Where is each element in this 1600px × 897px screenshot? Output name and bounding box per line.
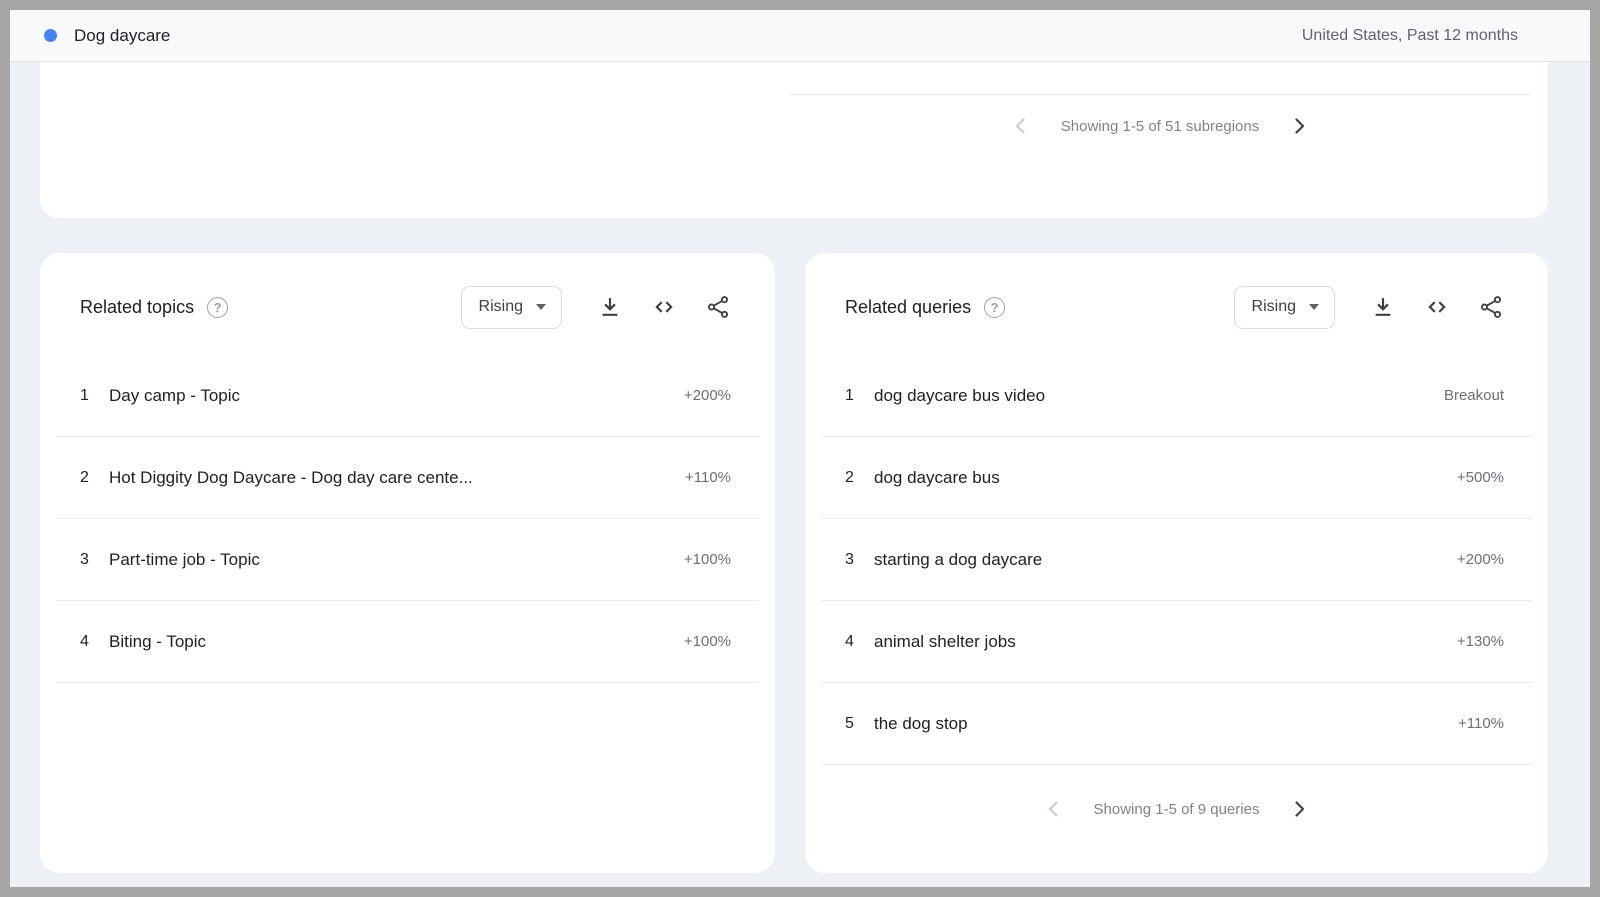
topic-link[interactable]: Part-time job - Topic [109,550,684,570]
query-link[interactable]: dog daycare bus [874,468,1457,488]
topic-row[interactable]: 1 Day camp - Topic +200% [56,355,759,437]
query-link[interactable]: animal shelter jobs [874,632,1457,652]
queries-sort-value: Rising [1252,298,1296,316]
query-link[interactable]: starting a dog daycare [874,550,1457,570]
row-rank: 3 [80,551,109,569]
row-change-value: +110% [685,469,731,486]
row-rank: 1 [845,387,874,405]
query-row[interactable]: 1 dog daycare bus video Breakout [821,355,1532,437]
download-icon[interactable] [1370,294,1396,320]
queries-sort-dropdown[interactable]: Rising [1234,286,1335,329]
queries-pagination: Showing 1-5 of 9 queries [805,765,1548,823]
share-icon[interactable] [705,294,731,320]
row-change-value: +130% [1457,633,1504,650]
search-term-bar: Dog daycare United States, Past 12 month… [10,10,1590,62]
row-change-value: +110% [1458,715,1504,732]
queries-pagination-label: Showing 1-5 of 9 queries [1094,801,1260,818]
query-row[interactable]: 4 animal shelter jobs +130% [821,601,1532,683]
search-term: Dog daycare [74,26,170,46]
embed-code-icon[interactable] [1423,294,1451,320]
related-topics-title: Related topics [80,297,194,318]
related-topics-card: Related topics ? Rising [40,253,775,873]
topic-link[interactable]: Hot Diggity Dog Daycare - Dog day care c… [109,468,685,488]
chevron-down-icon [536,304,546,310]
related-topics-list: 1 Day camp - Topic +200% 2 Hot Diggity D… [56,355,759,683]
topic-row[interactable]: 2 Hot Diggity Dog Daycare - Dog day care… [56,437,759,519]
related-queries-title: Related queries [845,297,971,318]
row-rank: 4 [80,633,109,651]
query-link[interactable]: dog daycare bus video [874,386,1444,406]
related-queries-list: 1 dog daycare bus video Breakout 2 dog d… [821,355,1532,765]
query-row[interactable]: 2 dog daycare bus +500% [821,437,1532,519]
subregions-pagination: Showing 1-5 of 51 subregions [790,95,1530,140]
topic-link[interactable]: Biting - Topic [109,632,684,652]
next-page-icon[interactable] [1285,112,1313,140]
row-rank: 3 [845,551,874,569]
query-row[interactable]: 3 starting a dog daycare +200% [821,519,1532,601]
row-change-value: +100% [684,633,731,650]
row-change-value: +200% [684,387,731,404]
help-icon[interactable]: ? [984,297,1005,318]
topics-sort-dropdown[interactable]: Rising [461,286,562,329]
topic-row[interactable]: 3 Part-time job - Topic +100% [56,519,759,601]
row-change-value: +500% [1457,469,1504,486]
topic-link[interactable]: Day camp - Topic [109,386,684,406]
next-page-icon[interactable] [1285,795,1313,823]
query-link[interactable]: the dog stop [874,714,1458,734]
chevron-down-icon [1309,304,1319,310]
trends-page: Dog daycare United States, Past 12 month… [0,0,1600,897]
row-rank: 2 [845,469,874,487]
prev-page-icon[interactable] [1040,795,1068,823]
row-change-value: Breakout [1444,387,1504,404]
region-timerange-label: United States, Past 12 months [1302,27,1518,45]
download-icon[interactable] [597,294,623,320]
topic-row[interactable]: 4 Biting - Topic +100% [56,601,759,683]
related-queries-card: Related queries ? Rising [805,253,1548,873]
prev-page-icon[interactable] [1007,112,1035,140]
help-icon[interactable]: ? [207,297,228,318]
row-change-value: +200% [1457,551,1504,568]
row-change-value: +100% [684,551,731,568]
row-rank: 1 [80,387,109,405]
share-icon[interactable] [1478,294,1504,320]
row-rank: 5 [845,715,874,733]
subregions-pagination-label: Showing 1-5 of 51 subregions [1061,118,1259,135]
topics-sort-value: Rising [479,298,523,316]
row-rank: 4 [845,633,874,651]
query-row[interactable]: 5 the dog stop +110% [821,683,1532,765]
row-rank: 2 [80,469,109,487]
subregions-card: Showing 1-5 of 51 subregions [40,62,1548,218]
term-color-dot-icon [44,29,57,42]
embed-code-icon[interactable] [650,294,678,320]
